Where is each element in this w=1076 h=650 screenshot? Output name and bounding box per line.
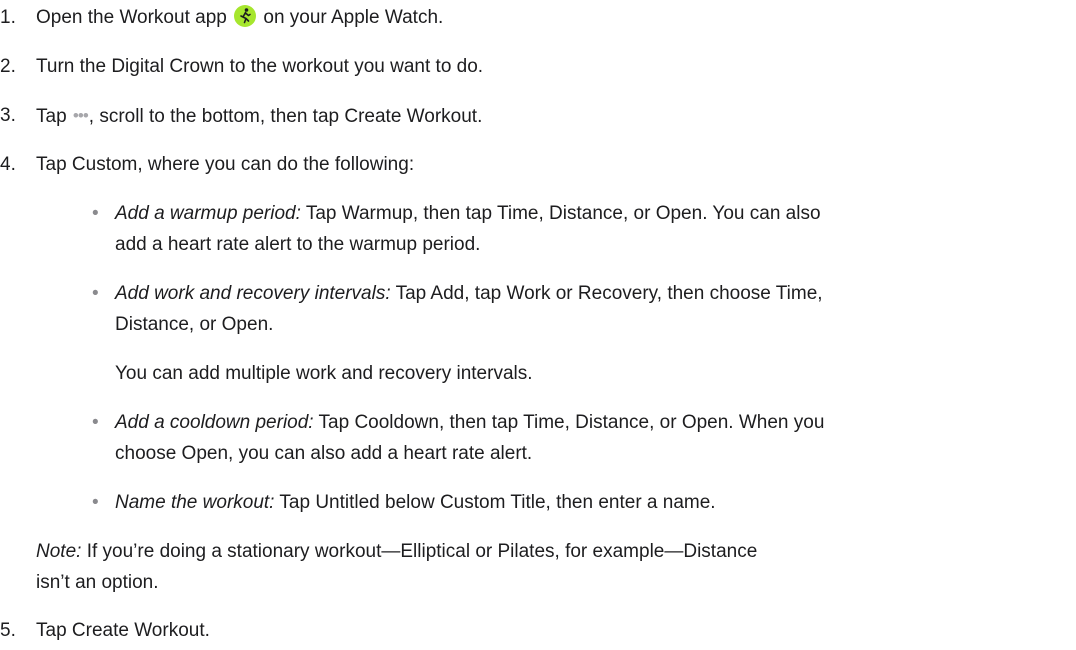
- bullet-lead: Add a warmup period:: [115, 203, 301, 224]
- bullet-cooldown-line-2: choose Open, you can also add a heart ra…: [115, 443, 533, 464]
- step-number: 5.: [0, 620, 16, 641]
- bullet-warmup-line-2: add a heart rate alert to the warmup per…: [115, 234, 481, 255]
- step-text: Turn the Digital Crown to the workout yo…: [36, 56, 484, 77]
- bullet-text: Tap Cooldown, then tap Time, Distance, o…: [318, 412, 825, 433]
- step-number: 1.: [0, 7, 16, 28]
- bullet-text: Tap Add, tap Work or Recovery, then choo…: [395, 283, 823, 304]
- bullet-name-line-1: Name the workout: Tap Untitled below Cus…: [115, 488, 716, 518]
- note-line-1: Note: If you’re doing a stationary worko…: [36, 537, 757, 567]
- instructions-document: 1. Open the Workout app on your Apple Wa…: [0, 0, 1076, 650]
- step-text-before: Tap: [36, 106, 67, 127]
- bullet-lead: Add work and recovery intervals:: [115, 283, 391, 304]
- bullet-marker: •: [92, 283, 99, 304]
- bullet-text: Tap Untitled below Custom Title, then en…: [279, 492, 716, 513]
- bullet-lead: Add a cooldown period:: [115, 412, 314, 433]
- step-number: 2.: [0, 56, 16, 77]
- note-lead: Note:: [36, 541, 82, 562]
- step-text: Tap Custom, where you can do the followi…: [36, 154, 415, 175]
- step-text: Tap •••, scroll to the bottom, then tap …: [36, 101, 482, 132]
- bullet-intervals-extra: You can add multiple work and recovery i…: [115, 363, 533, 384]
- step-number: 4.: [0, 154, 16, 175]
- bullet-intervals-line-1: Add work and recovery intervals: Tap Add…: [115, 279, 823, 309]
- step-text-after: , scroll to the bottom, then tap Create …: [88, 106, 483, 127]
- bullet-marker: •: [92, 412, 99, 433]
- bullet-marker: •: [92, 492, 99, 513]
- step-text: Tap Create Workout.: [36, 620, 210, 641]
- note-text: If you’re doing a stationary workout—Ell…: [86, 541, 758, 562]
- step-number: 3.: [0, 105, 16, 126]
- step-text-after: on your Apple Watch.: [263, 7, 444, 28]
- bullet-text: Tap Warmup, then tap Time, Distance, or …: [305, 203, 821, 224]
- step-text: Open the Workout app on your Apple Watch…: [36, 3, 443, 33]
- step-text-before: Open the Workout app: [36, 7, 227, 28]
- bullet-intervals-line-2: Distance, or Open.: [115, 314, 274, 335]
- note-line-2: isn’t an option.: [36, 572, 159, 593]
- more-dots-icon: •••: [72, 106, 89, 125]
- workout-app-icon: [234, 5, 257, 27]
- bullet-marker: •: [92, 203, 99, 224]
- bullet-lead: Name the workout:: [115, 492, 275, 513]
- bullet-warmup-line-1: Add a warmup period: Tap Warmup, then ta…: [115, 199, 821, 229]
- bullet-cooldown-line-1: Add a cooldown period: Tap Cooldown, the…: [115, 408, 824, 438]
